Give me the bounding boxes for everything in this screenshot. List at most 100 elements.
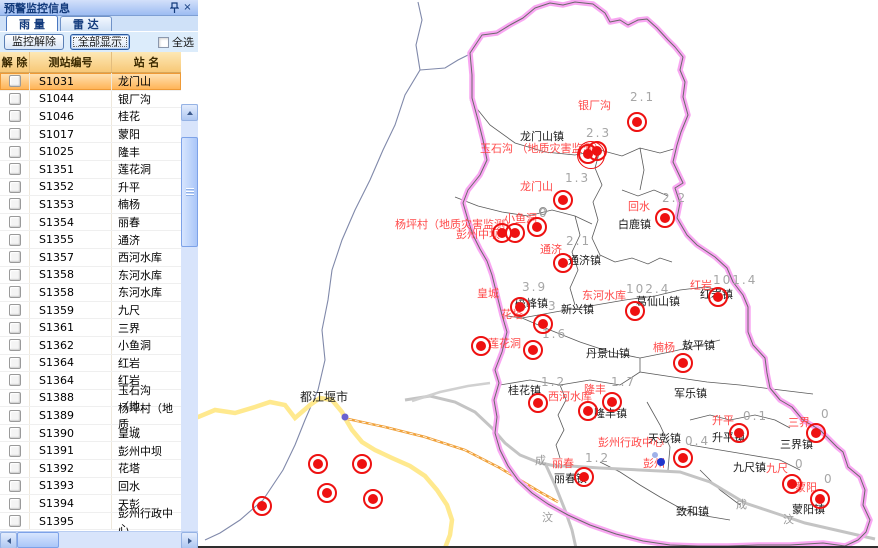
table-row[interactable]: S1355通济 xyxy=(0,231,181,249)
table-row[interactable]: S1031龙门山 xyxy=(0,73,181,91)
warning-marker[interactable] xyxy=(708,287,728,307)
table-row[interactable]: S1044银厂沟 xyxy=(0,91,181,109)
release-checkbox[interactable] xyxy=(9,269,21,281)
warning-marker[interactable] xyxy=(587,141,607,161)
vertical-scrollbar[interactable] xyxy=(181,104,198,548)
release-checkbox[interactable] xyxy=(9,304,21,316)
warning-marker[interactable] xyxy=(806,423,826,443)
warning-marker[interactable] xyxy=(505,223,525,243)
release-checkbox[interactable] xyxy=(9,445,21,457)
header-station-name[interactable]: 站 名 xyxy=(112,52,181,72)
release-checkbox[interactable] xyxy=(9,234,21,246)
horizontal-scrollbar[interactable] xyxy=(0,531,198,548)
warning-marker[interactable] xyxy=(782,474,802,494)
table-row[interactable]: S1389杨坪村（地质.. xyxy=(0,407,181,425)
release-monitor-button[interactable]: 监控解除 xyxy=(4,34,64,50)
table-row[interactable]: S1358东河水库 xyxy=(0,284,181,302)
warning-marker[interactable] xyxy=(578,401,598,421)
table-row[interactable]: S1364红岩 xyxy=(0,355,181,373)
table-row[interactable]: S1393回水 xyxy=(0,478,181,496)
warning-marker[interactable] xyxy=(655,208,675,228)
tab-rainfall[interactable]: 雨 量 xyxy=(6,15,58,31)
header-station-id[interactable]: 测站编号 xyxy=(30,52,112,72)
station-id-cell: S1364 xyxy=(30,355,112,372)
warning-marker[interactable] xyxy=(527,217,547,237)
release-checkbox[interactable] xyxy=(9,75,21,87)
warning-marker[interactable] xyxy=(510,297,530,317)
warning-marker[interactable] xyxy=(627,112,647,132)
warning-marker[interactable] xyxy=(729,423,749,443)
warning-marker[interactable] xyxy=(471,336,491,356)
warning-marker[interactable] xyxy=(363,489,383,509)
warning-marker[interactable] xyxy=(528,393,548,413)
scroll-up-button[interactable] xyxy=(181,104,198,121)
table-row[interactable]: S1358东河水库 xyxy=(0,267,181,285)
horizontal-scroll-thumb[interactable] xyxy=(17,532,59,548)
table-row[interactable]: S1353楠杨 xyxy=(0,196,181,214)
town-label: 新兴镇 xyxy=(561,301,594,317)
warning-marker[interactable] xyxy=(553,253,573,273)
release-checkbox[interactable] xyxy=(9,251,21,263)
release-checkbox[interactable] xyxy=(9,181,21,193)
release-checkbox[interactable] xyxy=(9,498,21,510)
tab-radar[interactable]: 雷 达 xyxy=(60,16,112,31)
warning-marker[interactable] xyxy=(523,340,543,360)
show-all-button[interactable]: 全部显示 xyxy=(70,34,130,50)
release-checkbox[interactable] xyxy=(9,427,21,439)
table-row[interactable]: S1390皇城 xyxy=(0,425,181,443)
release-checkbox[interactable] xyxy=(9,515,21,527)
table-row[interactable]: S1025隆丰 xyxy=(0,143,181,161)
warning-marker[interactable] xyxy=(352,454,372,474)
release-cell xyxy=(0,196,30,213)
close-icon[interactable]: × xyxy=(181,2,194,14)
warning-marker[interactable] xyxy=(574,467,594,487)
station-name-cell: 通济 xyxy=(112,231,181,248)
table-row[interactable]: S1351莲花洞 xyxy=(0,161,181,179)
release-checkbox[interactable] xyxy=(9,110,21,122)
table-row[interactable]: S1391彭州中坝 xyxy=(0,442,181,460)
table-row[interactable]: S1017蒙阳 xyxy=(0,126,181,144)
warning-marker[interactable] xyxy=(810,489,830,509)
header-release[interactable]: 解 除 xyxy=(0,52,30,72)
release-checkbox[interactable] xyxy=(9,339,21,351)
table-row[interactable]: S1362小鱼洞 xyxy=(0,337,181,355)
release-checkbox[interactable] xyxy=(9,93,21,105)
release-checkbox[interactable] xyxy=(9,410,21,422)
release-checkbox[interactable] xyxy=(9,462,21,474)
warning-marker[interactable] xyxy=(533,314,553,334)
table-row[interactable]: S1392花塔 xyxy=(0,460,181,478)
release-checkbox[interactable] xyxy=(9,357,21,369)
warning-marker[interactable] xyxy=(625,301,645,321)
scroll-left-button[interactable] xyxy=(0,532,17,548)
warning-marker[interactable] xyxy=(602,392,622,412)
town-label: 丹景山镇 xyxy=(586,345,630,361)
table-row[interactable]: S1395彭州行政中心 xyxy=(0,513,181,531)
warning-marker[interactable] xyxy=(673,353,693,373)
select-all-checkbox[interactable] xyxy=(158,37,169,48)
warning-marker[interactable] xyxy=(308,454,328,474)
map-area[interactable]: 银厂沟2.1玉石沟 （地质灾害监测）2.3龙门山1.3小鱼洞0杨坪村（地质灾害监… xyxy=(198,0,878,546)
release-checkbox[interactable] xyxy=(9,480,21,492)
warning-marker[interactable] xyxy=(252,496,272,516)
table-row[interactable]: S1359九尺 xyxy=(0,302,181,320)
table-row[interactable]: S1357西河水库 xyxy=(0,249,181,267)
table-row[interactable]: S1046桂花 xyxy=(0,108,181,126)
pin-icon[interactable] xyxy=(168,2,181,14)
scroll-right-button[interactable] xyxy=(181,532,198,548)
warning-marker[interactable] xyxy=(553,190,573,210)
warning-marker[interactable] xyxy=(673,448,693,468)
release-checkbox[interactable] xyxy=(9,128,21,140)
release-checkbox[interactable] xyxy=(9,374,21,386)
release-checkbox[interactable] xyxy=(9,286,21,298)
release-checkbox[interactable] xyxy=(9,322,21,334)
table-row[interactable]: S1361三界 xyxy=(0,319,181,337)
release-checkbox[interactable] xyxy=(9,163,21,175)
release-checkbox[interactable] xyxy=(9,216,21,228)
warning-marker[interactable] xyxy=(317,483,337,503)
release-checkbox[interactable] xyxy=(9,392,21,404)
release-checkbox[interactable] xyxy=(9,198,21,210)
table-row[interactable]: S1354丽春 xyxy=(0,214,181,232)
vertical-scroll-thumb[interactable] xyxy=(181,137,198,247)
table-row[interactable]: S1352升平 xyxy=(0,179,181,197)
release-checkbox[interactable] xyxy=(9,146,21,158)
